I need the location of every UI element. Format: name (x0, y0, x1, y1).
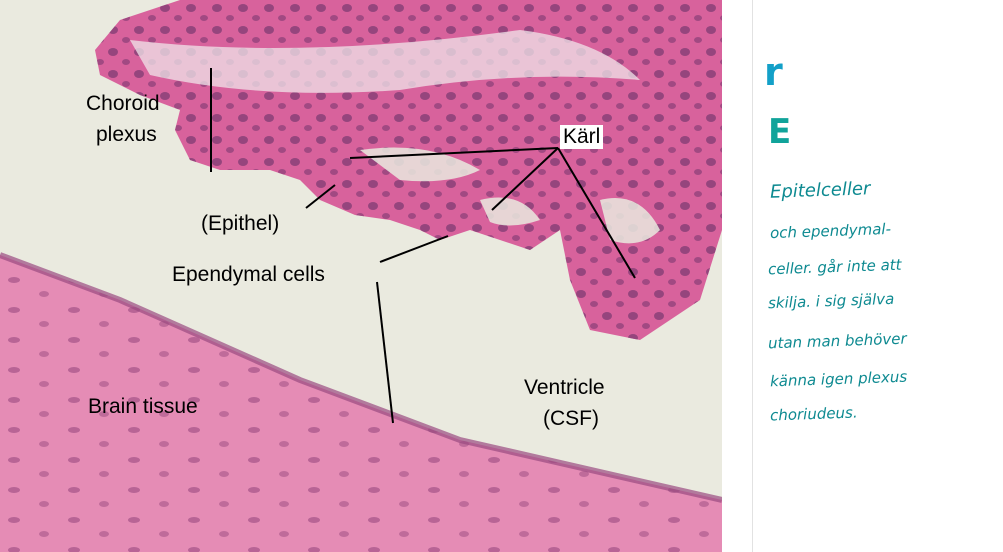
note-line-4: skilja. i sig själva (767, 289, 895, 313)
micrograph: Choroid plexus (Epithel) Kärl Ependymal … (0, 0, 722, 552)
note-line-7: choriudeus. (769, 403, 858, 425)
note-line-1: Epitelceller (769, 178, 871, 203)
ventricle-label-line1: Ventricle (524, 376, 605, 399)
page-divider (752, 0, 753, 552)
epithel-label: (Epithel) (201, 212, 280, 235)
mark-e: E (768, 112, 792, 152)
mark-r: r (764, 50, 783, 94)
csf-label-line2: (CSF) (543, 407, 599, 430)
ependymal-cells-label: Ependymal cells (172, 263, 325, 286)
plexus-label-line2: plexus (96, 123, 157, 146)
note-line-2: och ependymal- (769, 219, 892, 243)
note-line-5: utan man behöver (767, 329, 907, 353)
karl-label: Kärl (560, 125, 604, 149)
micrograph-image (0, 0, 722, 552)
handwritten-notes: r E Epitelceller och ependymal- celler. … (762, 0, 1003, 552)
brain-tissue-label: Brain tissue (88, 395, 198, 418)
note-line-3: celler. går inte att (767, 255, 902, 279)
choroid-label-line1: Choroid (86, 92, 160, 115)
note-line-6: känna igen plexus (769, 367, 908, 391)
